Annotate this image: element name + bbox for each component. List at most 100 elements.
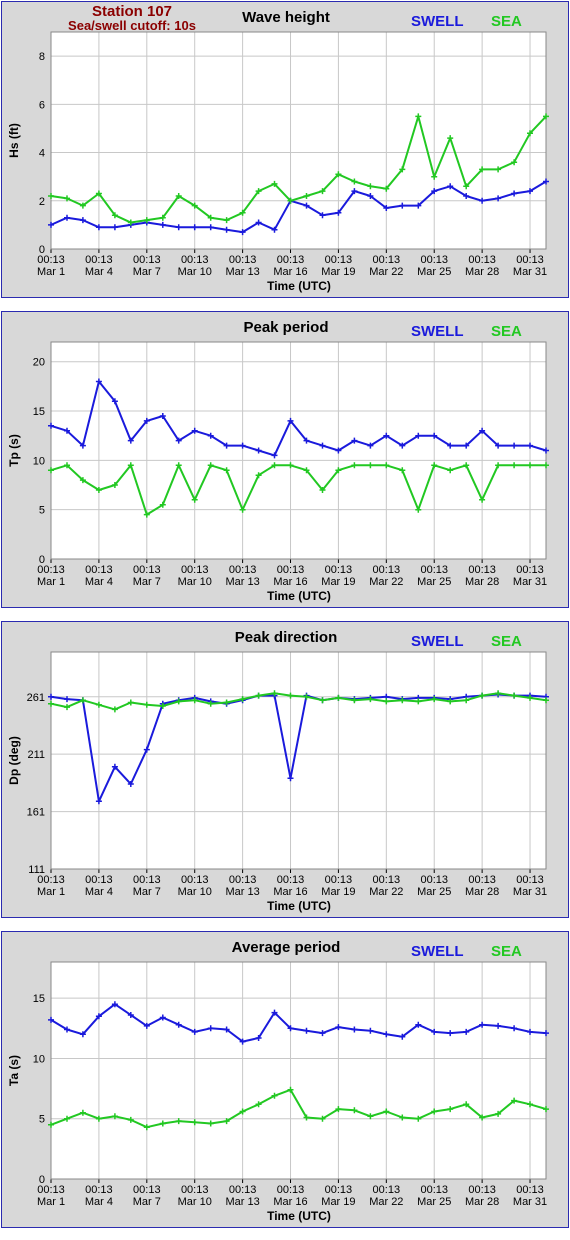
x-tick-time: 00:13 xyxy=(325,564,353,576)
y-axis-label: Dp (deg) xyxy=(7,736,21,785)
legend-sea: SEA xyxy=(491,323,522,340)
x-tick-date: Mar 4 xyxy=(85,1196,113,1208)
x-tick-time: 00:13 xyxy=(277,254,305,266)
legend-swell: SWELL xyxy=(411,633,464,650)
y-tick-label: 4 xyxy=(39,148,45,160)
x-tick-date: Mar 13 xyxy=(225,576,259,588)
x-tick-date: Mar 13 xyxy=(225,1196,259,1208)
x-tick-time: 00:13 xyxy=(516,254,544,266)
peak-period-panel: 0 5 10 15 20 00:13 Mar 1 00:13 Mar 4 00:13 Mar 7 00… xyxy=(1,311,569,608)
x-tick-date: Mar 10 xyxy=(178,886,212,898)
x-tick-date: Mar 1 xyxy=(37,576,65,588)
x-tick-date: Mar 25 xyxy=(417,266,451,278)
legend-swell: SWELL xyxy=(411,13,464,30)
x-tick-time: 00:13 xyxy=(373,254,401,266)
x-tick-time: 00:13 xyxy=(277,1184,305,1196)
x-tick-date: Mar 7 xyxy=(133,1196,161,1208)
x-tick-date: Mar 28 xyxy=(465,266,499,278)
x-tick-time: 00:13 xyxy=(468,254,496,266)
x-tick-time: 00:13 xyxy=(229,564,257,576)
chart-title: Peak direction xyxy=(235,629,338,646)
x-tick-date: Mar 22 xyxy=(369,886,403,898)
legend-sea: SEA xyxy=(491,13,522,30)
x-tick-date: Mar 4 xyxy=(85,886,113,898)
x-tick-time: 00:13 xyxy=(37,874,65,886)
x-tick-date: Mar 31 xyxy=(513,576,547,588)
x-tick-date: Mar 7 xyxy=(133,886,161,898)
legend-sea: SEA xyxy=(491,633,522,650)
wave-height-chart: 0246800:13Mar 100:13Mar 400:13Mar 700:13… xyxy=(7,3,549,293)
x-tick-date: Mar 7 xyxy=(133,576,161,588)
x-tick-time: 00:13 xyxy=(37,254,65,266)
plot-area xyxy=(51,652,546,869)
x-tick-date: Mar 10 xyxy=(178,576,212,588)
wave-height-panel: 0 2 4 6 8 00:13 Mar 1 00:13 Mar 4 00:13 Mar 7 00:13… xyxy=(1,1,569,298)
x-tick-time: 00:13 xyxy=(468,564,496,576)
x-tick-date: Mar 25 xyxy=(417,1196,451,1208)
x-axis-label: Time (UTC) xyxy=(267,1209,331,1223)
x-tick-time: 00:13 xyxy=(277,874,305,886)
x-tick-date: Mar 22 xyxy=(369,266,403,278)
x-tick-time: 00:13 xyxy=(133,564,161,576)
chart-title: Wave height xyxy=(242,9,330,26)
x-tick-time: 00:13 xyxy=(420,254,448,266)
x-tick-time: 00:13 xyxy=(181,874,209,886)
x-tick-time: 00:13 xyxy=(133,874,161,886)
x-tick-time: 00:13 xyxy=(373,564,401,576)
x-tick-date: Mar 1 xyxy=(37,886,65,898)
x-tick-time: 00:13 xyxy=(468,874,496,886)
x-tick-date: Mar 31 xyxy=(513,886,547,898)
average-period-panel: 0 5 10 15 00:13 Mar 1 00:13 Mar 4 00:13 Mar 7 00:1… xyxy=(1,931,569,1228)
x-tick-time: 00:13 xyxy=(277,564,305,576)
chart-title: Peak period xyxy=(243,319,328,336)
x-tick-date: Mar 19 xyxy=(321,1196,355,1208)
legend-swell: SWELL xyxy=(411,323,464,340)
y-tick-label: 5 xyxy=(39,1114,45,1126)
x-tick-date: Mar 28 xyxy=(465,1196,499,1208)
x-tick-time: 00:13 xyxy=(181,1184,209,1196)
x-tick-date: Mar 31 xyxy=(513,1196,547,1208)
x-tick-date: Mar 22 xyxy=(369,1196,403,1208)
x-tick-date: Mar 4 xyxy=(85,576,113,588)
x-tick-time: 00:13 xyxy=(516,564,544,576)
x-tick-time: 00:13 xyxy=(181,564,209,576)
x-tick-date: Mar 19 xyxy=(321,886,355,898)
x-tick-date: Mar 4 xyxy=(85,266,113,278)
y-tick-label: 15 xyxy=(33,993,45,1005)
x-tick-time: 00:13 xyxy=(325,254,353,266)
x-tick-time: 00:13 xyxy=(85,874,113,886)
x-tick-date: Mar 13 xyxy=(225,266,259,278)
x-tick-date: Mar 19 xyxy=(321,576,355,588)
y-tick-label: 5 xyxy=(39,505,45,517)
x-tick-time: 00:13 xyxy=(468,1184,496,1196)
plot-area xyxy=(51,32,546,249)
y-tick-label: 10 xyxy=(33,1053,45,1065)
x-tick-time: 00:13 xyxy=(420,874,448,886)
y-axis-label: Tp (s) xyxy=(7,434,21,467)
y-tick-label: 6 xyxy=(39,99,45,111)
y-axis-label: Ta (s) xyxy=(7,1055,21,1086)
x-tick-date: Mar 1 xyxy=(37,266,65,278)
legend-sea: SEA xyxy=(491,943,522,960)
x-tick-date: Mar 28 xyxy=(465,576,499,588)
x-tick-date: Mar 31 xyxy=(513,266,547,278)
y-tick-label: 15 xyxy=(33,406,45,418)
x-tick-date: Mar 1 xyxy=(37,1196,65,1208)
x-tick-date: Mar 25 xyxy=(417,886,451,898)
y-tick-label: 10 xyxy=(33,455,45,467)
x-tick-time: 00:13 xyxy=(181,254,209,266)
x-tick-time: 00:13 xyxy=(420,1184,448,1196)
y-axis-label: Hs (ft) xyxy=(7,123,21,158)
x-tick-time: 00:13 xyxy=(133,254,161,266)
x-tick-time: 00:13 xyxy=(229,254,257,266)
x-tick-time: 00:13 xyxy=(516,1184,544,1196)
x-tick-date: Mar 13 xyxy=(225,886,259,898)
x-tick-time: 00:13 xyxy=(373,874,401,886)
x-tick-time: 00:13 xyxy=(85,1184,113,1196)
y-tick-label: 2 xyxy=(39,196,45,208)
peak-period-chart: 0510152000:13Mar 100:13Mar 400:13Mar 700… xyxy=(7,319,549,603)
x-tick-date: Mar 16 xyxy=(273,886,307,898)
x-tick-time: 00:13 xyxy=(229,1184,257,1196)
x-tick-time: 00:13 xyxy=(325,1184,353,1196)
x-tick-date: Mar 22 xyxy=(369,576,403,588)
